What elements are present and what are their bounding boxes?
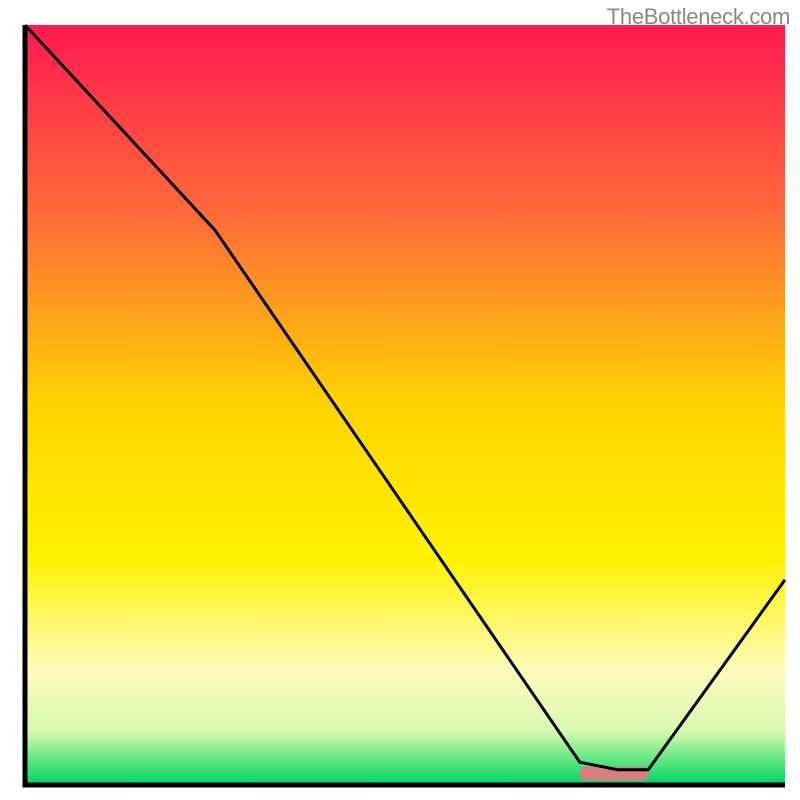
plot-background — [25, 25, 785, 785]
chart-container: TheBottleneck.com — [0, 0, 800, 800]
watermark-text: TheBottleneck.com — [607, 4, 790, 30]
bottleneck-heat-chart — [0, 0, 800, 800]
